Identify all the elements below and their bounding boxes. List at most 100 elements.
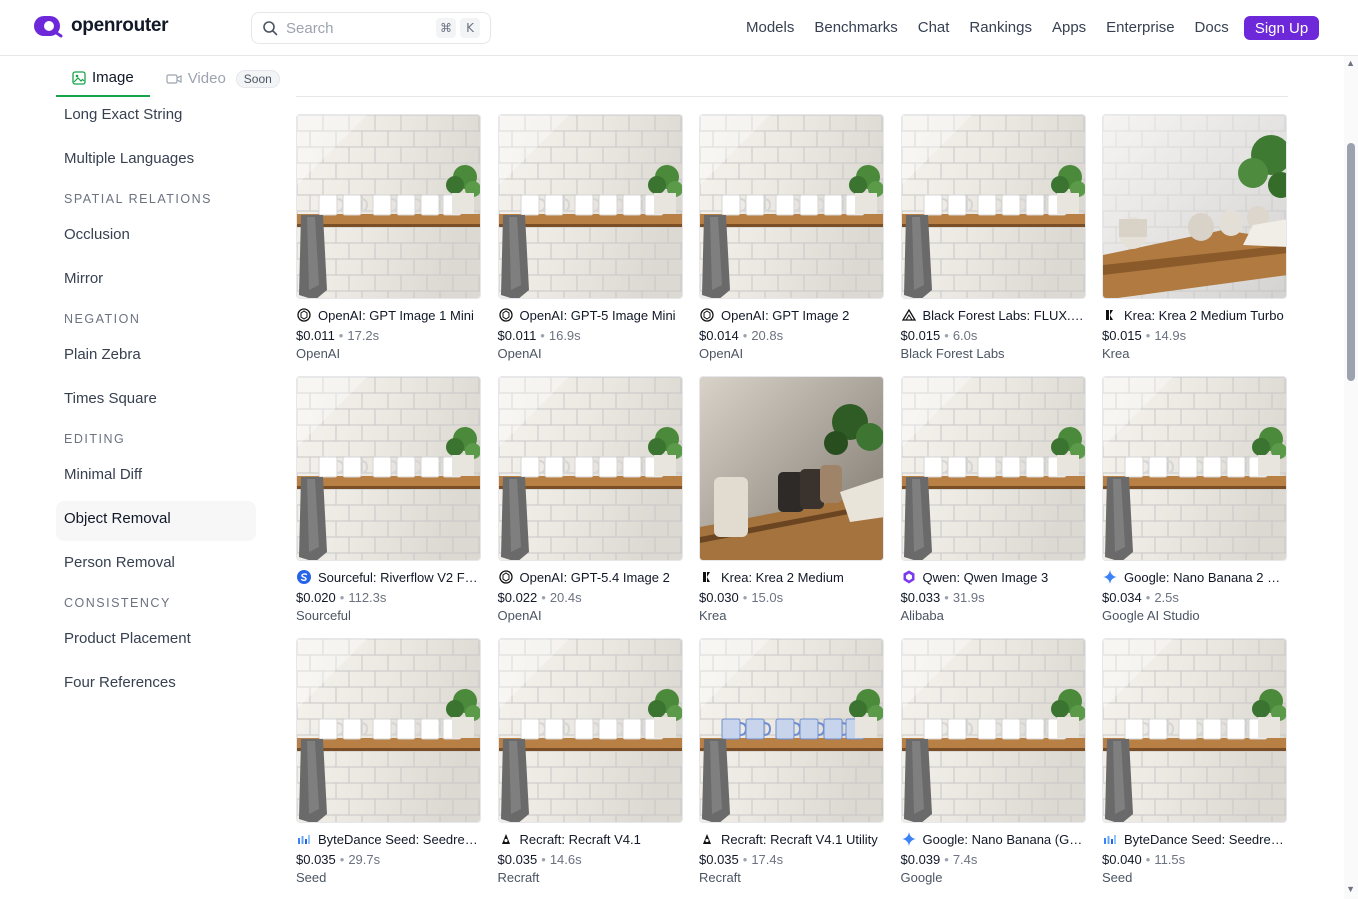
model-title[interactable]: ByteDance Seed: Seedrea… — [296, 830, 481, 848]
model-name: Krea: Krea 2 Medium Turbo — [1124, 307, 1284, 323]
sidebar-item-times-square[interactable]: Times Square — [56, 381, 256, 421]
nav-chat[interactable]: Chat — [918, 16, 950, 40]
model-result-card[interactable]: Black Forest Labs: FLUX.2 … $0.015 • 6.0s Bl… — [900, 114, 1086, 361]
sidebar-item-multiple-languages[interactable]: Multiple Languages — [56, 141, 256, 181]
model-title[interactable]: Google: Nano Banana 2 Lit… — [1102, 568, 1287, 586]
model-result-card[interactable]: Recraft: Recraft V4.1 Utility $0.035 • 17.4… — [699, 638, 884, 885]
logo[interactable]: openrouter — [33, 14, 169, 38]
sidebar-item-object-removal[interactable]: Object Removal — [56, 501, 256, 541]
provider-name: Google — [900, 870, 943, 885]
nav-models[interactable]: Models — [746, 16, 794, 40]
model-title[interactable]: Sourceful: Riverflow V2 Fast — [296, 568, 481, 586]
price-value: $0.040 — [1102, 852, 1142, 867]
model-title[interactable]: Krea: Krea 2 Medium — [699, 568, 884, 586]
model-title[interactable]: Black Forest Labs: FLUX.2 … — [901, 306, 1086, 324]
separator-dot: • — [339, 590, 345, 605]
price-value: $0.015 — [900, 328, 941, 343]
scroll-up-icon[interactable]: ▲ — [1346, 58, 1355, 68]
scroll-down-icon[interactable]: ▼ — [1346, 884, 1355, 894]
generation-time: 11.5s — [1154, 852, 1186, 867]
bfl-icon — [901, 307, 917, 323]
nav-enterprise[interactable]: Enterprise — [1106, 16, 1174, 40]
model-title[interactable]: OpenAI: GPT-5 Image Mini — [498, 306, 683, 324]
model-title[interactable]: ByteDance Seed: Seedrea… — [1102, 830, 1287, 848]
sidebar-item-product-placement[interactable]: Product Placement — [56, 621, 256, 661]
generated-image-thumbnail[interactable] — [699, 376, 884, 561]
nav-rankings[interactable]: Rankings — [969, 16, 1032, 40]
model-title[interactable]: Google: Nano Banana (Ge… — [901, 830, 1086, 848]
nav-apps[interactable]: Apps — [1052, 16, 1086, 40]
model-result-card[interactable]: Krea: Krea 2 Medium Turbo $0.015 • 14.9s Kre… — [1102, 114, 1287, 361]
sign-up-button[interactable]: Sign Up — [1244, 16, 1319, 40]
model-result-card[interactable]: OpenAI: GPT-5.4 Image 2 $0.022 • 20.4s OpenA… — [497, 376, 683, 623]
generation-time: 7.4s — [952, 852, 978, 867]
generated-image-thumbnail[interactable] — [296, 376, 481, 561]
generated-image-thumbnail[interactable] — [699, 114, 884, 299]
sidebar-item-four-references[interactable]: Four References — [56, 665, 256, 705]
generation-time: 112.3s — [348, 590, 387, 605]
model-title[interactable]: OpenAI: GPT Image 1 Mini — [296, 306, 481, 324]
search-input[interactable] — [286, 19, 432, 37]
generated-image-thumbnail[interactable] — [1102, 638, 1287, 823]
model-title[interactable]: Recraft: Recraft V4.1 Utility — [699, 830, 884, 848]
generated-image-thumbnail[interactable] — [296, 114, 481, 299]
separator-dot: • — [338, 328, 344, 343]
generated-image-thumbnail[interactable] — [296, 638, 481, 823]
price-time-row: $0.039 • 7.4s — [901, 852, 1086, 869]
generation-time: 20.4s — [549, 590, 582, 605]
model-name: Qwen: Qwen Image 3 — [922, 569, 1049, 585]
sidebar-item-plain-zebra[interactable]: Plain Zebra — [56, 337, 256, 377]
provider-name: OpenAI — [497, 608, 542, 623]
model-result-card[interactable]: Krea: Krea 2 Medium $0.030 • 15.0s Krea — [699, 376, 884, 623]
model-result-card[interactable]: Qwen: Qwen Image 3 $0.033 • 31.9s Alibaba — [900, 376, 1086, 623]
price-value: $0.020 — [296, 590, 336, 605]
model-result-card[interactable]: Google: Nano Banana 2 Lit… $0.034 • 2.5s Goo… — [1102, 376, 1287, 623]
sidebar-item-minimal-diff[interactable]: Minimal Diff — [56, 457, 256, 497]
model-result-card[interactable]: OpenAI: GPT Image 1 Mini $0.011 • 17.2s Open… — [296, 114, 481, 361]
nav-benchmarks[interactable]: Benchmarks — [814, 16, 897, 40]
model-title[interactable]: Recraft: Recraft V4.1 — [498, 830, 683, 848]
sidebar-item-mirror[interactable]: Mirror — [56, 261, 256, 301]
openai-icon — [296, 307, 312, 323]
price-value: $0.011 — [296, 328, 335, 343]
search-box[interactable]: ⌘ K — [251, 12, 491, 44]
tab-image-label: Image — [92, 69, 134, 86]
price-value: $0.034 — [1102, 590, 1142, 605]
model-result-card[interactable]: Recraft: Recraft V4.1 $0.035 • 14.6s Recraft — [497, 638, 683, 885]
model-result-card[interactable]: ByteDance Seed: Seedrea… $0.035 • 29.7s Seed — [296, 638, 481, 885]
price-value: $0.011 — [497, 328, 537, 343]
model-name: Google: Nano Banana (Ge… — [922, 831, 1086, 847]
tab-image[interactable]: Image — [56, 60, 150, 97]
generated-image-thumbnail[interactable] — [497, 114, 683, 299]
provider-name: Recraft — [699, 870, 741, 885]
generated-image-thumbnail[interactable] — [699, 638, 884, 823]
model-title[interactable]: Qwen: Qwen Image 3 — [901, 568, 1086, 586]
provider-name: Seed — [1102, 870, 1133, 885]
generated-image-thumbnail[interactable] — [900, 114, 1086, 299]
generated-image-thumbnail[interactable] — [1102, 114, 1287, 299]
generated-image-thumbnail[interactable] — [497, 638, 683, 823]
model-title[interactable]: Krea: Krea 2 Medium Turbo — [1102, 306, 1287, 324]
model-title[interactable]: OpenAI: GPT-5.4 Image 2 — [498, 568, 683, 586]
sidebar-item-occlusion[interactable]: Occlusion — [56, 217, 256, 257]
tab-video-label: Video — [187, 70, 226, 87]
price-time-row: $0.022 • 20.4s — [498, 590, 683, 607]
sidebar-item-long-exact-string[interactable]: Long Exact String — [56, 97, 256, 137]
sidebar-item-person-removal[interactable]: Person Removal — [56, 545, 256, 585]
model-title[interactable]: OpenAI: GPT Image 2 — [699, 306, 884, 324]
generated-image-thumbnail[interactable] — [900, 376, 1086, 561]
scrollbar-thumb[interactable] — [1347, 143, 1355, 381]
model-name: OpenAI: GPT-5 Image Mini — [519, 307, 676, 323]
nav-docs[interactable]: Docs — [1195, 16, 1229, 40]
separator-dot: • — [1145, 852, 1151, 867]
model-result-card[interactable]: OpenAI: GPT Image 2 $0.014 • 20.8s OpenAI — [699, 114, 884, 361]
model-result-card[interactable]: Google: Nano Banana (Ge… $0.039 • 7.4s Googl… — [900, 638, 1086, 885]
separator-dot: • — [1145, 328, 1151, 343]
generated-image-thumbnail[interactable] — [497, 376, 683, 561]
generated-image-thumbnail[interactable] — [1102, 376, 1287, 561]
model-result-card[interactable]: OpenAI: GPT-5 Image Mini $0.011 • 16.9s Open… — [497, 114, 683, 361]
model-result-card[interactable]: Sourceful: Riverflow V2 Fast $0.020 • 112.3… — [296, 376, 481, 623]
generated-image-thumbnail[interactable] — [900, 638, 1086, 823]
generation-time: 2.5s — [1154, 590, 1179, 605]
model-result-card[interactable]: ByteDance Seed: Seedrea… $0.040 • 11.5s Seed — [1102, 638, 1287, 885]
